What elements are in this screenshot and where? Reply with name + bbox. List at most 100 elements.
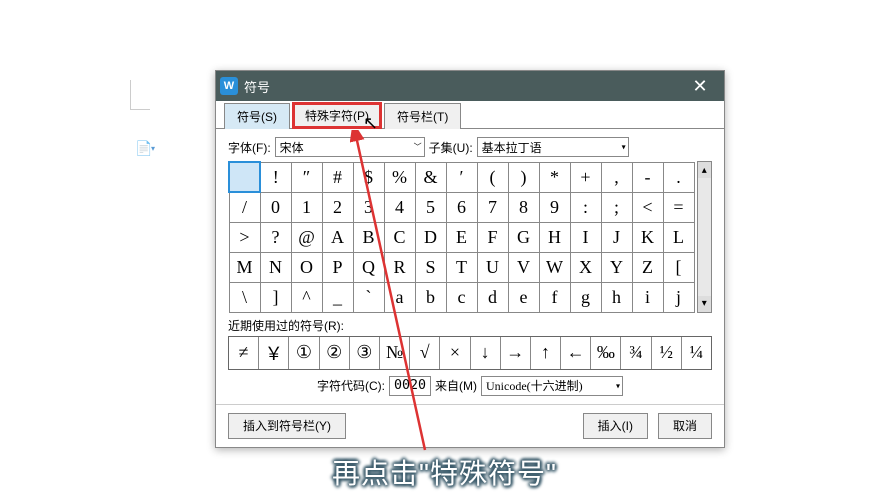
char-cell[interactable]: Z <box>632 252 663 282</box>
char-cell[interactable]: ? <box>260 222 291 252</box>
char-cell[interactable]: $ <box>353 162 384 192</box>
char-cell[interactable]: ! <box>260 162 291 192</box>
char-cell[interactable]: 1 <box>291 192 322 222</box>
char-cell[interactable]: I <box>570 222 601 252</box>
char-cell[interactable]: L <box>663 222 694 252</box>
char-cell[interactable]: 8 <box>508 192 539 222</box>
recent-symbol-cell[interactable]: ③ <box>350 337 380 369</box>
recent-symbol-cell[interactable]: → <box>501 337 531 369</box>
recent-symbol-cell[interactable]: № <box>380 337 410 369</box>
char-cell[interactable]: 7 <box>477 192 508 222</box>
char-cell[interactable]: N <box>260 252 291 282</box>
scroll-down-button[interactable]: ▾ <box>698 296 712 312</box>
font-select[interactable]: 宋体 ﹀ <box>275 137 425 157</box>
char-cell[interactable]: 9 <box>539 192 570 222</box>
char-cell[interactable]: ^ <box>291 282 322 312</box>
char-cell[interactable]: d <box>477 282 508 312</box>
char-cell[interactable]: ] <box>260 282 291 312</box>
char-cell[interactable]: e <box>508 282 539 312</box>
char-cell[interactable]: h <box>601 282 632 312</box>
char-cell[interactable]: _ <box>322 282 353 312</box>
char-cell[interactable]: X <box>570 252 601 282</box>
grid-scrollbar[interactable]: ▴ ▾ <box>697 161 713 313</box>
char-cell[interactable]: M <box>229 252 260 282</box>
tab-symbols[interactable]: 符号(S) <box>224 103 290 129</box>
char-cell[interactable]: 3 <box>353 192 384 222</box>
char-cell[interactable]: # <box>322 162 353 192</box>
recent-symbol-cell[interactable]: ① <box>289 337 319 369</box>
char-cell[interactable]: D <box>415 222 446 252</box>
char-cell[interactable]: b <box>415 282 446 312</box>
char-cell[interactable]: 5 <box>415 192 446 222</box>
char-code-input[interactable] <box>389 376 431 396</box>
char-cell[interactable]: @ <box>291 222 322 252</box>
char-cell[interactable]: & <box>415 162 446 192</box>
char-cell[interactable]: ` <box>353 282 384 312</box>
char-cell[interactable]: O <box>291 252 322 282</box>
char-cell[interactable]: H <box>539 222 570 252</box>
char-cell[interactable]: ( <box>477 162 508 192</box>
char-cell[interactable]: S <box>415 252 446 282</box>
char-cell[interactable] <box>229 162 260 192</box>
char-cell[interactable]: < <box>632 192 663 222</box>
char-cell[interactable]: + <box>570 162 601 192</box>
char-cell[interactable]: [ <box>663 252 694 282</box>
char-cell[interactable]: g <box>570 282 601 312</box>
from-select[interactable]: Unicode(十六进制) ▾ <box>481 376 623 396</box>
recent-symbol-cell[interactable]: ¼ <box>682 337 711 369</box>
char-cell[interactable]: J <box>601 222 632 252</box>
char-cell[interactable]: R <box>384 252 415 282</box>
cancel-button[interactable]: 取消 <box>658 413 712 439</box>
char-cell[interactable]: ′ <box>446 162 477 192</box>
insert-button[interactable]: 插入(I) <box>583 413 648 439</box>
subset-select[interactable]: 基本拉丁语 ▾ <box>477 137 629 157</box>
recent-symbol-cell[interactable]: ↑ <box>531 337 561 369</box>
recent-symbol-cell[interactable]: √ <box>410 337 440 369</box>
char-cell[interactable]: a <box>384 282 415 312</box>
char-cell[interactable]: Y <box>601 252 632 282</box>
char-cell[interactable]: W <box>539 252 570 282</box>
recent-symbol-cell[interactable]: ￥ <box>259 337 289 369</box>
recent-symbol-cell[interactable]: ¾ <box>621 337 651 369</box>
recent-symbol-cell[interactable]: ½ <box>652 337 682 369</box>
char-cell[interactable]: F <box>477 222 508 252</box>
char-cell[interactable]: * <box>539 162 570 192</box>
close-button[interactable]: ✕ <box>680 72 720 100</box>
char-cell[interactable]: , <box>601 162 632 192</box>
char-cell[interactable]: 4 <box>384 192 415 222</box>
char-cell[interactable]: 6 <box>446 192 477 222</box>
char-cell[interactable]: ″ <box>291 162 322 192</box>
char-cell[interactable]: ; <box>601 192 632 222</box>
char-cell[interactable]: - <box>632 162 663 192</box>
recent-symbol-cell[interactable]: ↓ <box>471 337 501 369</box>
char-cell[interactable]: G <box>508 222 539 252</box>
recent-symbol-cell[interactable]: ‰ <box>591 337 621 369</box>
char-cell[interactable]: : <box>570 192 601 222</box>
recent-symbol-cell[interactable]: ← <box>561 337 591 369</box>
char-cell[interactable]: C <box>384 222 415 252</box>
char-cell[interactable]: \ <box>229 282 260 312</box>
char-cell[interactable]: > <box>229 222 260 252</box>
char-cell[interactable]: c <box>446 282 477 312</box>
char-cell[interactable]: B <box>353 222 384 252</box>
char-cell[interactable]: ) <box>508 162 539 192</box>
insert-to-bar-button[interactable]: 插入到符号栏(Y) <box>228 413 346 439</box>
recent-symbol-cell[interactable]: ≠ <box>229 337 259 369</box>
char-cell[interactable]: V <box>508 252 539 282</box>
char-cell[interactable]: U <box>477 252 508 282</box>
recent-symbol-cell[interactable]: × <box>440 337 470 369</box>
char-cell[interactable]: i <box>632 282 663 312</box>
char-cell[interactable]: = <box>663 192 694 222</box>
char-cell[interactable]: 0 <box>260 192 291 222</box>
scroll-up-button[interactable]: ▴ <box>698 162 712 178</box>
char-cell[interactable]: T <box>446 252 477 282</box>
char-cell[interactable]: Q <box>353 252 384 282</box>
tab-special-characters[interactable]: 特殊字符(P) <box>292 102 382 129</box>
char-cell[interactable]: f <box>539 282 570 312</box>
recent-symbol-cell[interactable]: ② <box>320 337 350 369</box>
char-cell[interactable]: / <box>229 192 260 222</box>
tab-symbol-bar[interactable]: 符号栏(T) <box>384 103 461 129</box>
char-cell[interactable]: % <box>384 162 415 192</box>
char-cell[interactable]: A <box>322 222 353 252</box>
char-cell[interactable]: E <box>446 222 477 252</box>
